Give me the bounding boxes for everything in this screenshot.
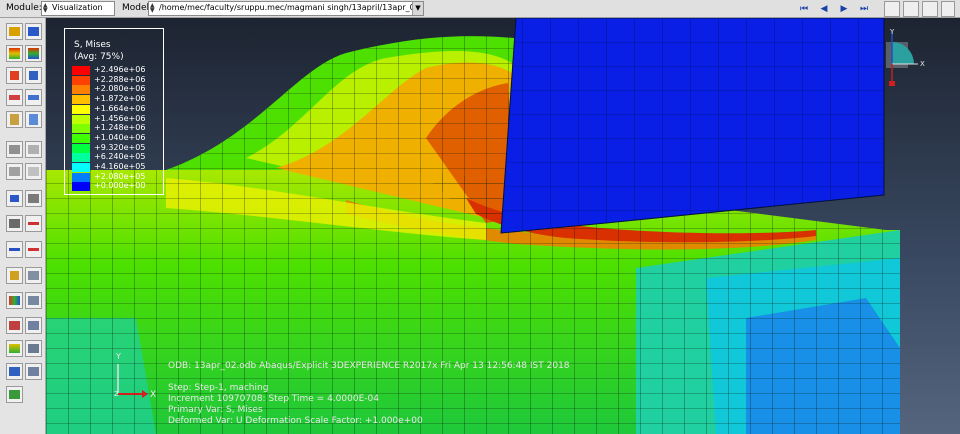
legend-value: +1.456e+06 — [94, 113, 146, 123]
display-body-icon[interactable] — [25, 340, 42, 357]
plot-material-orientation-icon[interactable] — [25, 67, 42, 84]
contour-options-icon[interactable] — [25, 111, 42, 128]
legend-value: +6.240e+05 — [94, 152, 146, 162]
legend-swatch — [72, 143, 90, 153]
animate-harmonic-icon[interactable] — [6, 163, 23, 180]
model-select-value: /home/mec/faculty/sruppu.mec/magmani sin… — [159, 3, 424, 12]
legend-swatch — [72, 172, 90, 182]
query-icon[interactable] — [6, 267, 23, 284]
legend-swatch — [72, 114, 90, 124]
triad-y-label: Y — [116, 352, 121, 361]
increment-info-line: Increment 10970708: Step Time = 4.0000E-… — [168, 394, 379, 404]
legend-swatch — [72, 133, 90, 143]
chevron-down-icon[interactable]: ▼ — [412, 2, 423, 15]
last-frame-button[interactable]: ⏭ — [857, 2, 871, 16]
animation-options-icon[interactable] — [25, 163, 42, 180]
free-body-cut-icon[interactable] — [6, 363, 23, 380]
legend-swatch — [72, 163, 90, 172]
step-info-line: Step: Step-1, maching — [168, 383, 269, 393]
plot-undeformed-icon[interactable] — [6, 23, 23, 40]
context-toolbar: Module: ▲ ▼ Visualization Model: ▲ ▼ /home… — [0, 0, 960, 18]
legend-swatch — [72, 66, 90, 75]
overflow-icon[interactable] — [941, 1, 955, 17]
create-path-icon[interactable] — [6, 241, 23, 258]
toolbox — [0, 18, 46, 434]
plot-symbols-icon[interactable] — [6, 67, 23, 84]
legend-swatch — [72, 153, 90, 163]
display-group-manager-icon[interactable] — [25, 292, 42, 309]
camera-icon[interactable] — [903, 1, 919, 17]
plot-contours-deformed-icon[interactable] — [25, 45, 42, 62]
display-group-icon[interactable] — [6, 292, 23, 309]
legend-title: S, Mises — [74, 40, 111, 50]
legend-value: +4.160e+05 — [94, 162, 146, 171]
odb-info-line: ODB: 13apr_02.odb Abaqus/Explicit 3DEXPE… — [168, 361, 570, 371]
xy-curve-options-icon[interactable] — [25, 215, 42, 232]
animate-scale-factor-icon[interactable] — [25, 141, 42, 158]
legend-swatch — [72, 75, 90, 85]
plot-contours-icon[interactable] — [6, 45, 23, 62]
color-code-icon[interactable] — [6, 340, 23, 357]
common-options-icon[interactable] — [6, 111, 23, 128]
triad-x-label: X — [150, 390, 157, 400]
module-label: Module: — [6, 3, 42, 13]
legend-value: +2.080e+05 — [94, 171, 146, 181]
next-frame-button[interactable]: ▶ — [837, 2, 851, 16]
tree-view-icon[interactable] — [884, 1, 900, 17]
legend-value: +0.000e+00 — [94, 181, 146, 191]
xy-data-manager-icon[interactable] — [25, 190, 42, 207]
model-select[interactable]: ▲ ▼ /home/mec/faculty/sruppu.mec/magmani … — [148, 1, 424, 16]
animate-time-history-icon[interactable] — [6, 141, 23, 158]
legend-value: +2.288e+06 — [94, 74, 146, 84]
legend-value: +1.664e+06 — [94, 103, 146, 113]
legend-value: +2.496e+06 — [94, 65, 146, 74]
allow-multiple-plot-states-icon[interactable] — [6, 89, 23, 106]
view-orientation-icon[interactable] — [880, 26, 930, 86]
legend-swatch — [72, 85, 90, 95]
legend-swatch — [72, 124, 90, 134]
legend-averaging: (Avg: 75%) — [74, 52, 124, 62]
spinner-icon: ▲ ▼ — [150, 2, 155, 14]
legend-value: +9.320e+05 — [94, 142, 146, 152]
create-xy-data-icon[interactable] — [6, 190, 23, 207]
plot-deformed-icon[interactable] — [25, 23, 42, 40]
module-select[interactable]: ▲ ▼ Visualization — [41, 1, 115, 16]
mesh-contour-plot — [46, 18, 900, 434]
first-frame-button[interactable]: ⏮ — [797, 2, 811, 16]
legend-swatch — [72, 182, 90, 192]
triad-z-label: Z — [114, 390, 119, 398]
legend-value: +1.872e+06 — [94, 94, 146, 104]
view-cube-y-label: Y — [890, 28, 895, 36]
free-body-manager-icon[interactable] — [25, 363, 42, 380]
legend-swatch — [72, 104, 90, 114]
legend-value: +1.040e+06 — [94, 132, 146, 142]
deformed-var-line: Deformed Var: U Deformation Scale Factor… — [168, 416, 423, 426]
module-select-value: Visualization — [52, 3, 103, 12]
view-cut-icon[interactable] — [6, 317, 23, 334]
legend-value: +1.248e+06 — [94, 123, 146, 133]
view-cut-manager-icon[interactable] — [25, 317, 42, 334]
legend-swatch — [72, 95, 90, 105]
view-cube-x-label: X — [920, 60, 925, 68]
xy-plot-options-icon[interactable] — [6, 215, 23, 232]
viewport[interactable]: Y X Y X Z ODB: 13apr_02.odb Abaqus/Expli… — [46, 18, 960, 434]
print-icon[interactable] — [922, 1, 938, 17]
spinner-icon: ▲ ▼ — [43, 2, 48, 14]
path-manager-icon[interactable] — [25, 241, 42, 258]
previous-frame-button[interactable]: ◀ — [817, 2, 831, 16]
superimpose-options-icon[interactable] — [25, 89, 42, 106]
legend-value: +2.080e+06 — [94, 84, 146, 94]
report-icon[interactable] — [25, 267, 42, 284]
primary-var-line: Primary Var: S, Mises — [168, 405, 263, 415]
measure-icon[interactable] — [6, 386, 23, 403]
